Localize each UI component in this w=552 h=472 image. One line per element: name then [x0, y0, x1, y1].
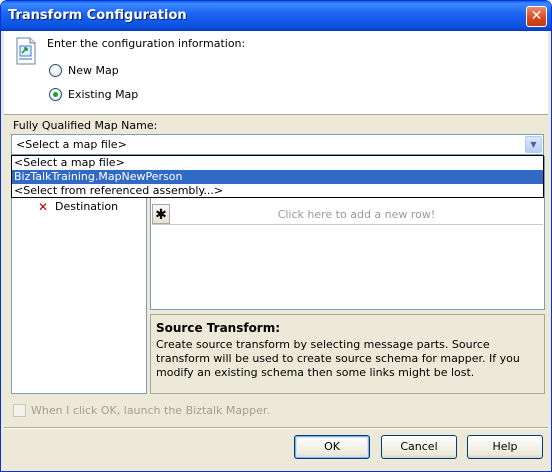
close-icon: ✕ [530, 8, 543, 24]
existing-map-label[interactable]: Existing Map [68, 88, 138, 101]
map-name-label: Fully Qualified Map Name: [13, 119, 158, 132]
dropdown-button[interactable]: ▼ [525, 136, 542, 153]
help-button[interactable]: Help [467, 435, 543, 459]
map-name-dropdown-list: <Select a map file> BizTalkTraining.MapN… [11, 155, 544, 198]
option-select-referenced-assembly[interactable]: <Select from referenced assembly...> [12, 184, 543, 198]
title-bar[interactable]: Transform Configuration ✕ [1, 1, 551, 31]
existing-map-radio[interactable] [49, 88, 62, 101]
configuration-header-panel: Enter the configuration information: New… [4, 31, 548, 115]
launch-mapper-label: When I click OK, launch the Biztalk Mapp… [31, 404, 270, 417]
ok-button[interactable]: OK [294, 435, 370, 459]
red-x-icon: ✕ [38, 200, 49, 214]
close-button[interactable]: ✕ [526, 6, 547, 27]
configuration-prompt: Enter the configuration information: [47, 37, 246, 50]
new-map-radio[interactable] [49, 64, 62, 77]
option-biztalk-map[interactable]: BizTalkTraining.MapNewPerson [12, 170, 543, 184]
new-row-placeholder[interactable]: Click here to add a new row! [170, 208, 543, 221]
description-text: Create source transform by selecting mes… [156, 338, 520, 379]
transform-configuration-dialog: Transform Configuration ✕ Enter the conf… [0, 0, 552, 472]
window-title: Transform Configuration [8, 8, 187, 23]
footer-divider [4, 427, 548, 429]
description-box: Source Transform: Create source transfor… [150, 314, 545, 394]
map-name-value: <Select a map file> [16, 138, 127, 151]
configuration-icon [16, 37, 36, 65]
description-title: Source Transform: [156, 321, 281, 335]
new-row[interactable]: ✱ Click here to add a new row! [152, 204, 543, 225]
chevron-down-icon: ▼ [530, 140, 537, 149]
launch-mapper-checkbox[interactable] [13, 404, 26, 417]
new-map-label[interactable]: New Map [68, 64, 119, 77]
map-name-combobox[interactable]: <Select a map file> ▼ [11, 134, 544, 155]
cancel-button[interactable]: Cancel [381, 435, 457, 459]
tree-item-destination[interactable]: Destination [55, 200, 118, 213]
option-select-map-file[interactable]: <Select a map file> [12, 156, 543, 170]
new-row-icon: ✱ [152, 204, 170, 224]
